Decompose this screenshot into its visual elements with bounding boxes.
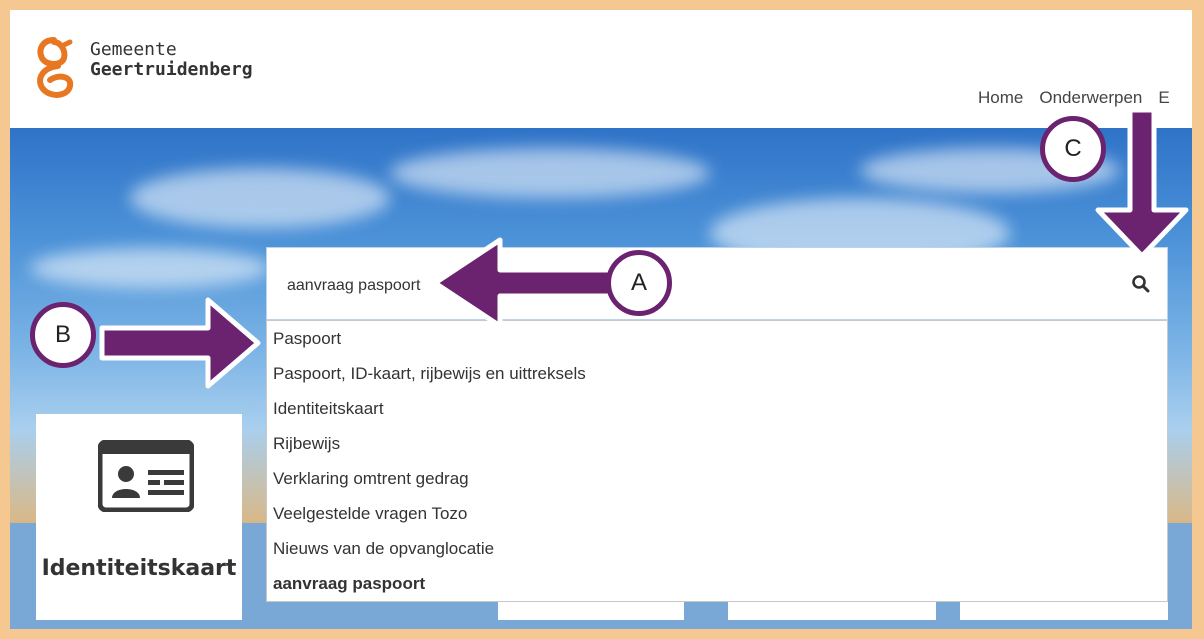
callout-c: C — [1040, 116, 1106, 182]
annotation-arrows — [99, 107, 1189, 389]
callout-a: A — [606, 250, 672, 316]
arrow-c-icon — [1095, 107, 1189, 259]
arrow-b-icon — [99, 297, 261, 389]
screenshot-frame: Gemeente Geertruidenberg Home Onderwerpe… — [10, 10, 1192, 629]
callout-b: B — [30, 302, 96, 368]
arrow-a-icon — [432, 237, 613, 329]
